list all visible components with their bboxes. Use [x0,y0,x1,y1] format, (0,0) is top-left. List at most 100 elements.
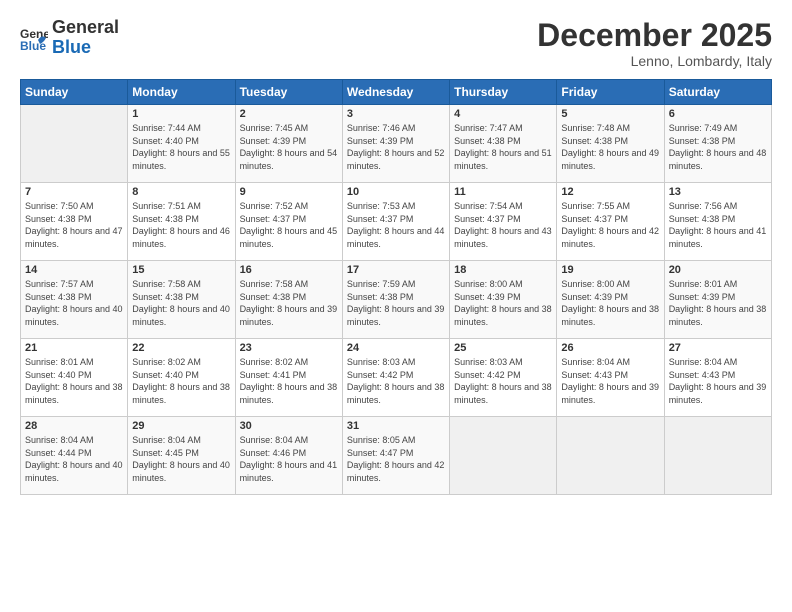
day-number: 4 [454,108,552,120]
day-number: 19 [561,264,659,276]
col-friday: Friday [557,80,664,105]
col-saturday: Saturday [664,80,771,105]
day-info: Sunrise: 7:57 AMSunset: 4:38 PMDaylight:… [25,278,123,328]
calendar-cell: 16Sunrise: 7:58 AMSunset: 4:38 PMDayligh… [235,261,342,339]
col-sunday: Sunday [21,80,128,105]
header: General Blue General Blue December 2025 … [20,18,772,69]
day-info: Sunrise: 7:55 AMSunset: 4:37 PMDaylight:… [561,200,659,250]
day-number: 27 [669,342,767,354]
day-info: Sunrise: 8:00 AMSunset: 4:39 PMDaylight:… [561,278,659,328]
calendar-cell: 22Sunrise: 8:02 AMSunset: 4:40 PMDayligh… [128,339,235,417]
day-number: 31 [347,420,445,432]
calendar-cell: 15 Sunrise: 7:58 AMSunset: 4:38 PMDayligh… [128,261,235,339]
day-info: Sunrise: 7:44 AMSunset: 4:40 PMDaylight:… [132,122,230,172]
day-number: 2 [240,108,338,120]
day-info: Sunrise: 8:01 AMSunset: 4:39 PMDaylight:… [669,278,767,328]
day-number: 20 [669,264,767,276]
col-tuesday: Tuesday [235,80,342,105]
day-info: Sunrise: 8:05 AMSunset: 4:47 PMDaylight:… [347,434,445,484]
calendar-cell: 2 Sunrise: 7:45 AMSunset: 4:39 PMDaylight… [235,105,342,183]
svg-text:Blue: Blue [20,39,46,52]
day-info: Sunrise: 7:48 AMSunset: 4:38 PMDaylight:… [561,122,659,172]
day-info: Sunrise: 7:58 AMSunset: 4:38 PMDaylight:… [132,278,230,328]
day-number: 24 [347,342,445,354]
calendar-cell: 21Sunrise: 8:01 AMSunset: 4:40 PMDayligh… [21,339,128,417]
calendar-page: General Blue General Blue December 2025 … [0,0,792,612]
day-info: Sunrise: 8:02 AMSunset: 4:40 PMDaylight:… [132,356,230,406]
day-info: Sunrise: 7:52 AMSunset: 4:37 PMDaylight:… [240,200,338,250]
calendar-week-1: 1 Sunrise: 7:44 AMSunset: 4:40 PMDaylight… [21,105,772,183]
calendar-cell: 1 Sunrise: 7:44 AMSunset: 4:40 PMDaylight… [128,105,235,183]
location-subtitle: Lenno, Lombardy, Italy [537,53,772,69]
day-number: 26 [561,342,659,354]
calendar-cell: 24 Sunrise: 8:03 AMSunset: 4:42 PMDayligh… [342,339,449,417]
day-number: 9 [240,186,338,198]
day-info: Sunrise: 7:47 AMSunset: 4:38 PMDaylight:… [454,122,552,172]
day-info: Sunrise: 8:04 AMSunset: 4:45 PMDaylight:… [132,434,230,484]
day-number: 6 [669,108,767,120]
day-number: 18 [454,264,552,276]
day-info: Sunrise: 7:59 AMSunset: 4:38 PMDaylight:… [347,278,445,328]
header-row: Sunday Monday Tuesday Wednesday Thursday… [21,80,772,105]
day-number: 8 [132,186,230,198]
day-number: 23 [240,342,338,354]
day-info: Sunrise: 8:03 AMSunset: 4:42 PMDaylight:… [347,356,445,406]
day-number: 25 [454,342,552,354]
day-info: Sunrise: 7:58 AMSunset: 4:38 PMDaylight:… [240,278,338,328]
day-number: 12 [561,186,659,198]
calendar-cell [21,105,128,183]
calendar-week-3: 14 Sunrise: 7:57 AMSunset: 4:38 PMDayligh… [21,261,772,339]
calendar-cell: 18 Sunrise: 8:00 AMSunset: 4:39 PMDayligh… [450,261,557,339]
calendar-cell: 4 Sunrise: 7:47 AMSunset: 4:38 PMDaylight… [450,105,557,183]
day-number: 30 [240,420,338,432]
col-monday: Monday [128,80,235,105]
calendar-week-5: 28 Sunrise: 8:04 AMSunset: 4:44 PMDayligh… [21,417,772,495]
calendar-cell: 14 Sunrise: 7:57 AMSunset: 4:38 PMDayligh… [21,261,128,339]
logo: General Blue General Blue [20,18,119,58]
day-number: 3 [347,108,445,120]
day-info: Sunrise: 7:46 AMSunset: 4:39 PMDaylight:… [347,122,445,172]
calendar-cell: 29 Sunrise: 8:04 AMSunset: 4:45 PMDayligh… [128,417,235,495]
logo-name: General Blue [52,18,119,58]
day-number: 17 [347,264,445,276]
day-number: 1 [132,108,230,120]
day-info: Sunrise: 8:04 AMSunset: 4:43 PMDaylight:… [561,356,659,406]
calendar-cell [450,417,557,495]
calendar-cell: 5 Sunrise: 7:48 AMSunset: 4:38 PMDaylight… [557,105,664,183]
day-info: Sunrise: 8:04 AMSunset: 4:43 PMDaylight:… [669,356,767,406]
calendar-cell: 6Sunrise: 7:49 AMSunset: 4:38 PMDaylight… [664,105,771,183]
day-number: 14 [25,264,123,276]
calendar-cell: 9 Sunrise: 7:52 AMSunset: 4:37 PMDaylight… [235,183,342,261]
calendar-cell: 8 Sunrise: 7:51 AMSunset: 4:38 PMDaylight… [128,183,235,261]
day-info: Sunrise: 8:04 AMSunset: 4:44 PMDaylight:… [25,434,123,484]
day-info: Sunrise: 7:45 AMSunset: 4:39 PMDaylight:… [240,122,338,172]
day-info: Sunrise: 7:53 AMSunset: 4:37 PMDaylight:… [347,200,445,250]
calendar-cell [664,417,771,495]
day-info: Sunrise: 8:04 AMSunset: 4:46 PMDaylight:… [240,434,338,484]
calendar-cell: 13Sunrise: 7:56 AMSunset: 4:38 PMDayligh… [664,183,771,261]
day-info: Sunrise: 7:51 AMSunset: 4:38 PMDaylight:… [132,200,230,250]
day-number: 10 [347,186,445,198]
calendar-cell: 31 Sunrise: 8:05 AMSunset: 4:47 PMDayligh… [342,417,449,495]
calendar-week-4: 21Sunrise: 8:01 AMSunset: 4:40 PMDayligh… [21,339,772,417]
calendar-cell: 30 Sunrise: 8:04 AMSunset: 4:46 PMDayligh… [235,417,342,495]
calendar-cell: 26 Sunrise: 8:04 AMSunset: 4:43 PMDayligh… [557,339,664,417]
calendar-table: Sunday Monday Tuesday Wednesday Thursday… [20,79,772,495]
day-number: 15 [132,264,230,276]
calendar-cell: 27 Sunrise: 8:04 AMSunset: 4:43 PMDayligh… [664,339,771,417]
day-info: Sunrise: 8:00 AMSunset: 4:39 PMDaylight:… [454,278,552,328]
calendar-cell: 3 Sunrise: 7:46 AMSunset: 4:39 PMDaylight… [342,105,449,183]
day-info: Sunrise: 7:56 AMSunset: 4:38 PMDaylight:… [669,200,767,250]
day-number: 7 [25,186,123,198]
col-wednesday: Wednesday [342,80,449,105]
calendar-cell: 7Sunrise: 7:50 AMSunset: 4:38 PMDaylight… [21,183,128,261]
col-thursday: Thursday [450,80,557,105]
calendar-cell: 11Sunrise: 7:54 AMSunset: 4:37 PMDayligh… [450,183,557,261]
day-number: 28 [25,420,123,432]
calendar-cell: 10 Sunrise: 7:53 AMSunset: 4:37 PMDayligh… [342,183,449,261]
calendar-week-2: 7Sunrise: 7:50 AMSunset: 4:38 PMDaylight… [21,183,772,261]
day-number: 29 [132,420,230,432]
day-info: Sunrise: 7:54 AMSunset: 4:37 PMDaylight:… [454,200,552,250]
day-number: 5 [561,108,659,120]
calendar-cell: 25Sunrise: 8:03 AMSunset: 4:42 PMDayligh… [450,339,557,417]
